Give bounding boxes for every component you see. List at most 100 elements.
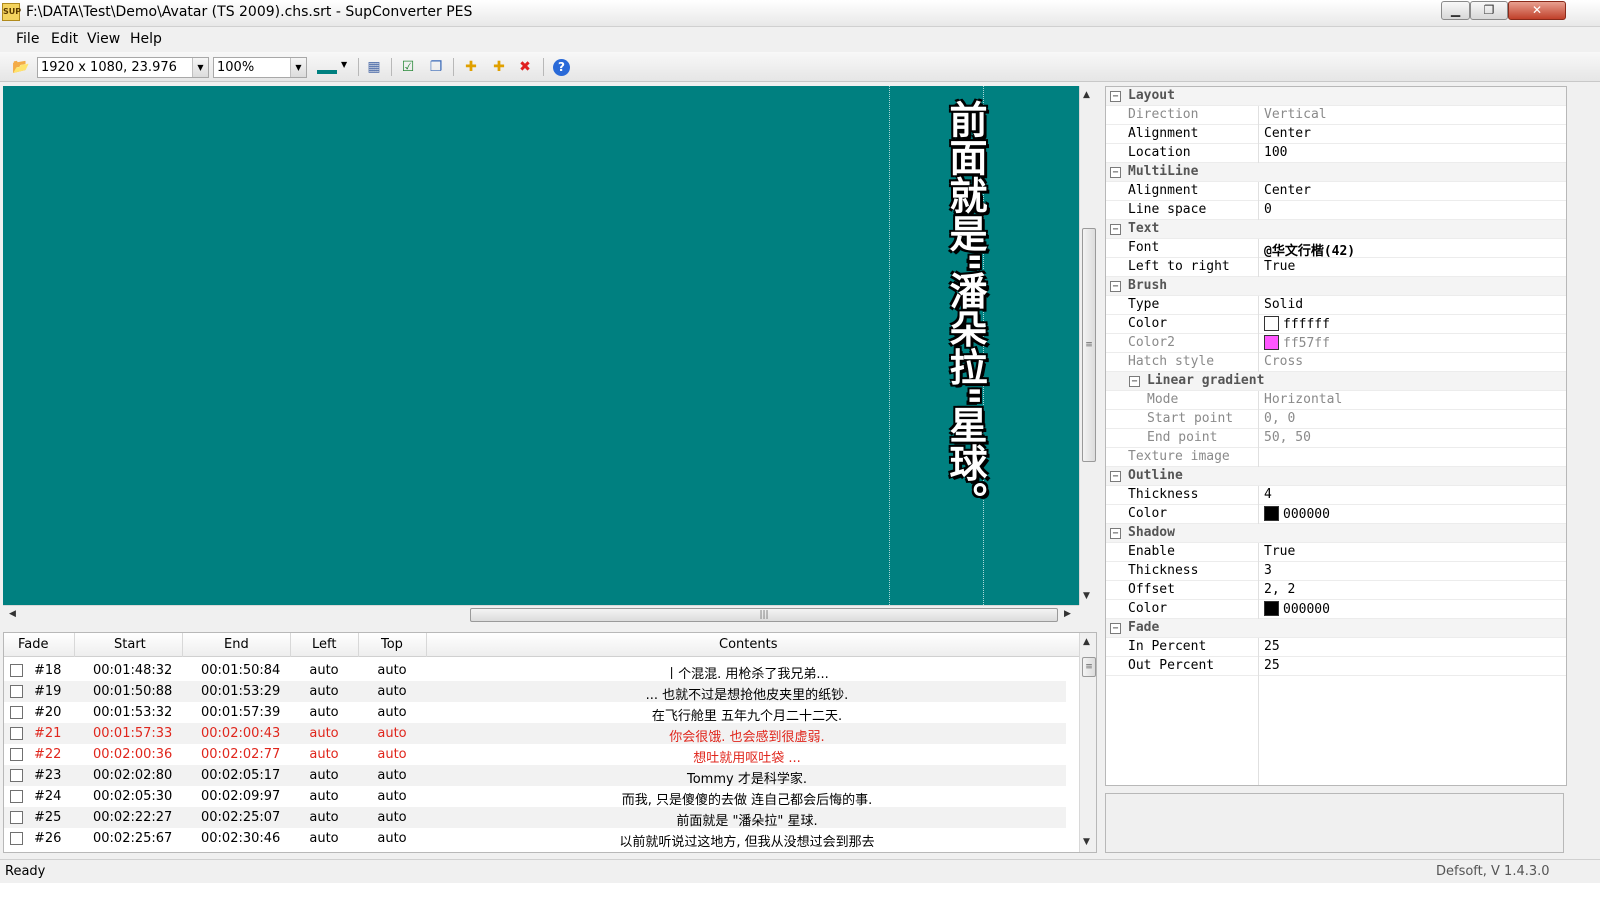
property-row[interactable]: End point 50, 50	[1106, 429, 1566, 448]
property-row[interactable]: Alignment Center	[1106, 125, 1566, 144]
property-row[interactable]: In Percent 25	[1106, 638, 1566, 657]
property-value[interactable]: ff57ff	[1264, 335, 1330, 351]
table-vertical-scrollbar[interactable]: ▲ ≡ ▼	[1079, 633, 1096, 852]
add-icon[interactable]: ✚	[462, 58, 480, 76]
column-header-top[interactable]: Top	[381, 637, 403, 652]
collapse-icon[interactable]: −	[1110, 623, 1121, 634]
property-value[interactable]: True	[1264, 259, 1295, 274]
fade-checkbox[interactable]	[10, 685, 23, 698]
close-button[interactable]: ✕	[1508, 1, 1566, 20]
menu-edit[interactable]: Edit	[51, 31, 78, 47]
property-value[interactable]: @华文行楷(42)	[1264, 240, 1355, 259]
scroll-thumb[interactable]: ≡	[1082, 657, 1096, 677]
table-row[interactable]: #21 00:01:57:33 00:02:00:43 auto auto 你会…	[4, 723, 1066, 745]
preview-horizontal-scrollbar[interactable]: ◀ ||| ▶	[3, 605, 1079, 623]
table-row[interactable]: #20 00:01:53:32 00:01:57:39 auto auto 在飞…	[4, 702, 1066, 724]
property-value[interactable]: 0, 0	[1264, 411, 1295, 426]
collapse-icon[interactable]: −	[1110, 167, 1121, 178]
property-row[interactable]: Thickness 3	[1106, 562, 1566, 581]
add-multiple-icon[interactable]: ✚	[490, 58, 508, 76]
property-row[interactable]: Font @华文行楷(42)	[1106, 239, 1566, 259]
property-value[interactable]: 000000	[1264, 601, 1330, 617]
property-value[interactable]: ffffff	[1264, 316, 1330, 332]
property-row[interactable]: Color2 ff57ff	[1106, 334, 1566, 353]
table-row[interactable]: #22 00:02:00:36 00:02:02:77 auto auto 想吐…	[4, 744, 1066, 766]
windows-icon[interactable]: ❐	[427, 58, 445, 76]
collapse-icon[interactable]: −	[1110, 91, 1121, 102]
column-header-end[interactable]: End	[224, 637, 249, 652]
menu-help[interactable]: Help	[130, 31, 162, 47]
table-row[interactable]: #18 00:01:48:32 00:01:50:84 auto auto 丨个…	[4, 660, 1066, 682]
property-value[interactable]: 25	[1264, 658, 1280, 673]
collapse-icon[interactable]: −	[1110, 528, 1121, 539]
column-header-fade[interactable]: Fade	[18, 637, 49, 652]
column-header-contents[interactable]: Contents	[719, 637, 777, 652]
table-row[interactable]: #24 00:02:05:30 00:02:09:97 auto auto 而我…	[4, 786, 1066, 808]
table-row[interactable]: #26 00:02:25:67 00:02:30:46 auto auto 以前…	[4, 828, 1066, 850]
maximize-button[interactable]: ❐	[1470, 1, 1508, 20]
collapse-icon[interactable]: −	[1110, 281, 1121, 292]
scroll-down-icon[interactable]: ▼	[1083, 591, 1090, 601]
property-value[interactable]: 50, 50	[1264, 430, 1311, 445]
scroll-left-icon[interactable]: ◀	[9, 609, 16, 619]
property-row[interactable]: Color ffffff	[1106, 315, 1566, 334]
property-value[interactable]: 25	[1264, 639, 1280, 654]
scroll-up-icon[interactable]: ▲	[1083, 637, 1090, 647]
scroll-right-icon[interactable]: ▶	[1064, 609, 1071, 619]
property-row[interactable]: Left to right True	[1106, 258, 1566, 277]
preview-vertical-scrollbar[interactable]: ▲ ≡ ▼	[1079, 86, 1097, 605]
category-shadow[interactable]: − Shadow	[1106, 524, 1566, 543]
property-row[interactable]: Color 000000	[1106, 505, 1566, 524]
property-row[interactable]: Location 100	[1106, 144, 1566, 163]
property-row[interactable]: Offset 2, 2	[1106, 581, 1566, 600]
property-value[interactable]: 3	[1264, 563, 1272, 578]
collapse-icon[interactable]: −	[1110, 224, 1121, 235]
scroll-down-icon[interactable]: ▼	[1083, 837, 1090, 847]
property-value[interactable]: 0	[1264, 202, 1272, 217]
zoom-select[interactable]: 100% ▼	[213, 57, 307, 78]
color-picker-button[interactable]: ▼	[315, 60, 353, 76]
property-value[interactable]: Solid	[1264, 297, 1303, 312]
open-folder-icon[interactable]: 📂	[12, 58, 30, 76]
fade-checkbox[interactable]	[10, 706, 23, 719]
collapse-icon[interactable]: −	[1129, 376, 1140, 387]
property-value[interactable]: Vertical	[1264, 107, 1327, 122]
menu-view[interactable]: View	[87, 31, 120, 47]
category-layout[interactable]: − Layout	[1106, 87, 1566, 106]
property-value[interactable]: Center	[1264, 126, 1311, 141]
property-row[interactable]: Enable True	[1106, 543, 1566, 562]
property-row[interactable]: Direction Vertical	[1106, 106, 1566, 125]
collapse-icon[interactable]: −	[1110, 471, 1121, 482]
property-row[interactable]: Hatch style Cross	[1106, 353, 1566, 372]
column-header-left[interactable]: Left	[312, 637, 336, 652]
property-value[interactable]: 000000	[1264, 506, 1330, 522]
category-outline[interactable]: − Outline	[1106, 467, 1566, 486]
fade-checkbox[interactable]	[10, 832, 23, 845]
property-row[interactable]: Line space 0	[1106, 201, 1566, 220]
help-icon[interactable]: ?	[553, 59, 570, 76]
fade-checkbox[interactable]	[10, 769, 23, 782]
property-value[interactable]: Center	[1264, 183, 1311, 198]
property-value[interactable]: 100	[1264, 145, 1287, 160]
property-row[interactable]: Out Percent 25	[1106, 657, 1566, 676]
fade-checkbox[interactable]	[10, 790, 23, 803]
fade-checkbox[interactable]	[10, 748, 23, 761]
table-row[interactable]: #19 00:01:50:88 00:01:53:29 auto auto ..…	[4, 681, 1066, 703]
property-row[interactable]: Alignment Center	[1106, 182, 1566, 201]
property-value[interactable]: 2, 2	[1264, 582, 1295, 597]
property-row[interactable]: Mode Horizontal	[1106, 391, 1566, 410]
property-row[interactable]: Color 000000	[1106, 600, 1566, 619]
menu-file[interactable]: File	[16, 31, 39, 47]
property-value[interactable]: True	[1264, 544, 1295, 559]
fade-checkbox[interactable]	[10, 811, 23, 824]
delete-icon[interactable]: ✖	[516, 58, 534, 76]
category-brush[interactable]: − Brush	[1106, 277, 1566, 296]
property-row[interactable]: Type Solid	[1106, 296, 1566, 315]
category-text[interactable]: − Text	[1106, 220, 1566, 239]
check-box-icon[interactable]: ☑	[399, 58, 417, 76]
property-value[interactable]: 4	[1264, 487, 1272, 502]
category-linear-gradient[interactable]: − Linear gradient	[1106, 372, 1566, 391]
resolution-select[interactable]: 1920 x 1080, 23.976 ▼	[37, 57, 209, 78]
category-fade[interactable]: − Fade	[1106, 619, 1566, 638]
property-row[interactable]: Start point 0, 0	[1106, 410, 1566, 429]
